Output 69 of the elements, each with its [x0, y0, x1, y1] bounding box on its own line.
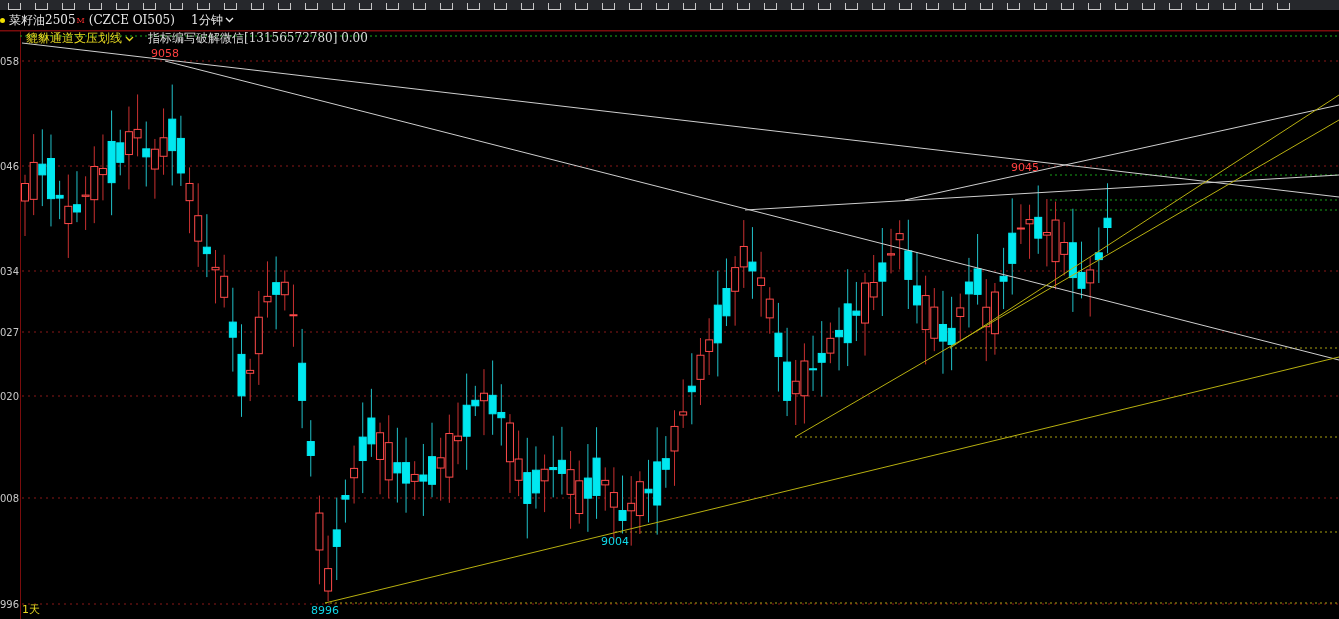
price-label: 9058	[151, 47, 179, 60]
tool-icon[interactable]	[737, 3, 750, 10]
tool-icon[interactable]	[1223, 3, 1236, 10]
indicator-dropdown[interactable]: 貔貅通道支压划线	[26, 30, 134, 47]
tool-icon[interactable]	[1142, 3, 1155, 10]
tool-icon[interactable]	[332, 3, 345, 10]
tool-icon[interactable]	[1061, 3, 1074, 10]
axis-label: 027	[0, 327, 20, 338]
tool-icon[interactable]	[143, 3, 156, 10]
tool-icon[interactable]	[683, 3, 696, 10]
tool-icon[interactable]	[413, 3, 426, 10]
tool-icon[interactable]	[1007, 3, 1020, 10]
tool-icon[interactable]	[170, 3, 183, 10]
tool-icon[interactable]	[575, 3, 588, 10]
axis-label: 046	[0, 161, 20, 172]
tool-icon[interactable]	[494, 3, 507, 10]
axis-label: 034	[0, 266, 20, 277]
tool-icon[interactable]	[1034, 3, 1047, 10]
tool-icon[interactable]	[305, 3, 318, 10]
period-dropdown[interactable]: 1分钟	[190, 11, 234, 29]
tool-icon[interactable]	[521, 3, 534, 10]
tool-icon[interactable]	[1115, 3, 1128, 10]
tool-icon[interactable]	[845, 3, 858, 10]
tool-icon[interactable]	[602, 3, 615, 10]
tool-icon[interactable]	[899, 3, 912, 10]
price-label: 9045	[1011, 161, 1039, 174]
caret-icon	[125, 35, 134, 42]
axis-label: 058	[0, 56, 20, 67]
instrument-code: (CZCE OI505)	[88, 13, 175, 27]
tool-icon[interactable]	[116, 3, 129, 10]
tool-icon[interactable]	[872, 3, 885, 10]
indicator-note: 指标编写破解微信[13156572780] 0.00	[148, 30, 368, 47]
tool-icon[interactable]	[386, 3, 399, 10]
tool-icon[interactable]	[764, 3, 777, 10]
axis-label: 020	[0, 391, 20, 402]
tool-icon[interactable]	[980, 3, 993, 10]
axis-label: 996	[0, 599, 20, 610]
tool-icon[interactable]	[818, 3, 831, 10]
tool-icon[interactable]	[1169, 3, 1182, 10]
tool-icon[interactable]	[359, 3, 372, 10]
tool-icon[interactable]	[35, 3, 48, 10]
tool-icon[interactable]	[791, 3, 804, 10]
tool-icon[interactable]	[1088, 3, 1101, 10]
axis-label: 008	[0, 493, 20, 504]
tool-icon[interactable]	[8, 3, 21, 10]
tool-icon[interactable]	[710, 3, 723, 10]
tool-icon[interactable]	[89, 3, 102, 10]
instrument-name: 菜籽油2505	[9, 11, 76, 29]
tool-icon[interactable]	[1250, 3, 1263, 10]
tool-icon[interactable]	[278, 3, 291, 10]
tool-icon[interactable]	[953, 3, 966, 10]
tool-icon[interactable]	[197, 3, 210, 10]
price-label: 8996	[311, 604, 339, 617]
tool-icon[interactable]	[467, 3, 480, 10]
tool-icon[interactable]	[1196, 3, 1209, 10]
timeframe-label: 1天	[22, 603, 40, 616]
tool-icon[interactable]	[440, 3, 453, 10]
instrument-flag-label: M	[76, 15, 85, 25]
tool-icon[interactable]	[926, 3, 939, 10]
price-label: 9004	[601, 535, 629, 548]
tool-icon[interactable]	[629, 3, 642, 10]
tool-icon[interactable]	[224, 3, 237, 10]
caret-icon	[224, 17, 234, 23]
dot-icon	[0, 17, 5, 23]
tool-icon[interactable]	[1277, 3, 1290, 10]
tool-icon[interactable]	[548, 3, 561, 10]
tool-icon[interactable]	[62, 3, 75, 10]
tool-icon[interactable]	[251, 3, 264, 10]
tool-icon[interactable]	[656, 3, 669, 10]
